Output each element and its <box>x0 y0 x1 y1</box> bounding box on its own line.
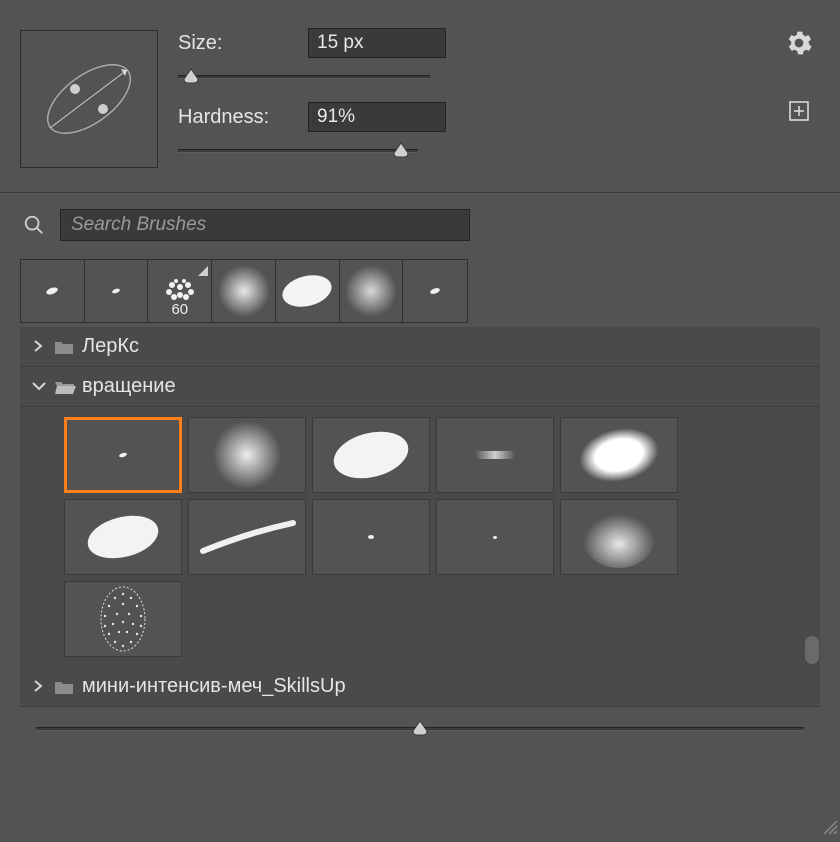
size-slider[interactable] <box>178 66 430 94</box>
folder-row-mini-intensiv[interactable]: мини-интенсив-меч_SkillsUp <box>20 667 820 707</box>
folder-open-icon <box>54 379 74 395</box>
thumbnail-size-slider[interactable] <box>36 719 804 755</box>
brush-thumbnail[interactable] <box>436 417 554 493</box>
brush-thumbnail[interactable] <box>560 499 678 575</box>
chevron-down-icon <box>32 380 46 394</box>
hardness-input[interactable] <box>308 102 446 132</box>
gear-icon[interactable] <box>784 28 814 58</box>
brush-thumbnail[interactable] <box>312 499 430 575</box>
hardness-label: Hardness: <box>178 106 308 129</box>
recent-brush[interactable] <box>212 260 276 322</box>
recent-brush-label: 60 <box>171 301 188 318</box>
recent-brush[interactable] <box>276 260 340 322</box>
size-label: Size: <box>178 32 308 55</box>
resize-grip[interactable] <box>820 817 838 840</box>
scrollbar-thumb[interactable] <box>804 635 820 665</box>
brush-thumbnail[interactable] <box>64 499 182 575</box>
folder-icon <box>54 679 74 695</box>
folder-row-vrashchenie[interactable]: вращение <box>20 367 820 407</box>
recent-brush[interactable]: 60 <box>148 260 212 322</box>
brush-preview <box>20 30 158 168</box>
brush-thumbnail[interactable] <box>64 417 182 493</box>
chevron-right-icon <box>32 340 46 354</box>
recent-brush[interactable] <box>85 260 149 322</box>
size-input[interactable] <box>308 28 446 58</box>
search-icon <box>20 211 48 239</box>
folder-label: мини-интенсив-меч_SkillsUp <box>82 675 346 698</box>
brush-thumbnail[interactable] <box>436 499 554 575</box>
brush-thumbnail[interactable] <box>312 417 430 493</box>
recent-brush[interactable] <box>403 260 467 322</box>
folder-label: ЛерКс <box>82 335 139 358</box>
recent-brush[interactable] <box>21 260 85 322</box>
brush-grid <box>20 407 820 667</box>
recent-brushes-strip: 60 <box>20 259 468 323</box>
hardness-slider[interactable] <box>178 140 418 168</box>
brush-thumbnail[interactable] <box>188 499 306 575</box>
new-document-icon[interactable] <box>784 96 814 126</box>
brush-thumbnail[interactable] <box>560 417 678 493</box>
recent-brush[interactable] <box>340 260 404 322</box>
folder-icon <box>54 339 74 355</box>
brush-thumbnail[interactable] <box>188 417 306 493</box>
folder-label: вращение <box>82 375 176 398</box>
search-input[interactable] <box>60 209 470 241</box>
brush-thumbnail[interactable] <box>64 581 182 657</box>
chevron-right-icon <box>32 680 46 694</box>
folder-row-lerks[interactable]: ЛерКс <box>20 327 820 367</box>
